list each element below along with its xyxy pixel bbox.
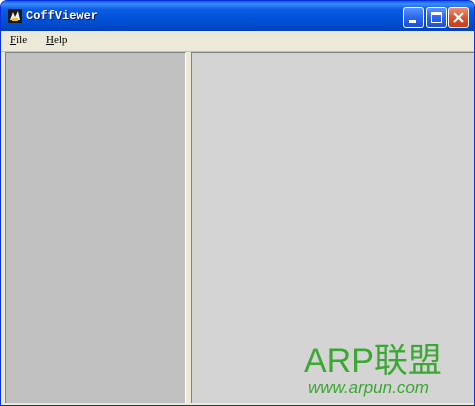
menu-help-accel: H <box>46 34 54 46</box>
menu-help[interactable]: Help <box>46 34 67 46</box>
menu-file-label: ile <box>16 34 28 46</box>
close-icon <box>453 12 464 23</box>
maximize-button[interactable] <box>426 7 447 28</box>
window-title: CoffViewer <box>26 9 99 23</box>
menu-bar: File Help <box>1 31 474 52</box>
minimize-icon <box>409 20 416 23</box>
watermark-logo: ARP联盟 <box>304 342 442 380</box>
menu-file[interactable]: File <box>10 34 27 46</box>
main-window: CoffViewer File Help ARP联盟 www.arpun.com <box>0 0 475 406</box>
menu-help-label: elp <box>53 34 68 46</box>
close-button[interactable] <box>448 7 469 28</box>
left-pane[interactable] <box>5 52 186 403</box>
maximize-icon <box>431 12 442 23</box>
title-bar[interactable]: CoffViewer <box>1 1 474 31</box>
app-icon[interactable] <box>7 8 23 24</box>
watermark-url: www.arpun.com <box>308 378 429 397</box>
minimize-button[interactable] <box>403 7 424 28</box>
